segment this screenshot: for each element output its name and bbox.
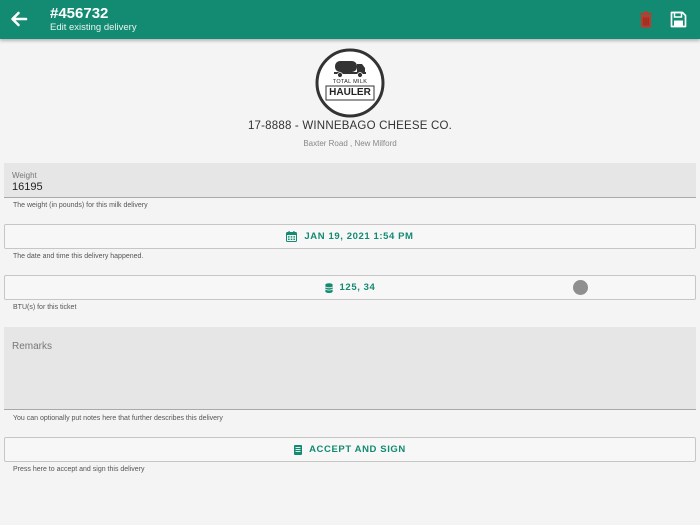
datetime-button[interactable]: JAN 19, 2021 1:54 PM bbox=[4, 224, 696, 249]
weight-input[interactable]: 16195 bbox=[12, 181, 43, 193]
logo-text-line1: TOTAL MILK bbox=[332, 79, 368, 85]
btu-help: BTU(s) for this ticket bbox=[13, 304, 77, 311]
datetime-help: The date and time this delivery happened… bbox=[13, 253, 144, 260]
page-subtitle: Edit existing delivery bbox=[50, 22, 137, 33]
weight-help: The weight (in pounds) for this milk del… bbox=[13, 202, 148, 209]
document-icon bbox=[294, 444, 303, 455]
touch-indicator bbox=[573, 280, 588, 295]
remarks-placeholder: Remarks bbox=[12, 341, 53, 352]
delete-button[interactable] bbox=[638, 11, 654, 28]
accept-help: Press here to accept and sign this deliv… bbox=[13, 466, 145, 473]
weight-label: Weight bbox=[12, 171, 37, 180]
page-title: #456732 bbox=[50, 5, 109, 22]
weight-field[interactable]: Weight 16195 bbox=[4, 163, 696, 198]
logo-text-line2: HAULER bbox=[329, 87, 371, 98]
remarks-field[interactable]: Remarks bbox=[4, 327, 696, 410]
accept-and-sign-label: ACCEPT AND SIGN bbox=[309, 444, 406, 455]
app-bar: #456732 Edit existing delivery bbox=[0, 0, 700, 39]
btu-button[interactable]: 125, 34 bbox=[4, 275, 696, 300]
supplier-name: 17-8888 - WINNEBAGO CHEESE CO. bbox=[247, 120, 453, 132]
header-titles: #456732 Edit existing delivery bbox=[50, 5, 137, 34]
calendar-icon bbox=[286, 231, 298, 242]
remarks-help: You can optionally put notes here that f… bbox=[13, 415, 223, 422]
back-button[interactable] bbox=[8, 8, 30, 30]
floppy-disk-icon bbox=[670, 11, 687, 28]
trash-icon bbox=[640, 11, 652, 28]
btu-value: 125, 34 bbox=[339, 282, 376, 293]
save-button[interactable] bbox=[670, 11, 687, 28]
accept-and-sign-button[interactable]: ACCEPT AND SIGN bbox=[4, 437, 696, 462]
datetime-value: JAN 19, 2021 1:54 PM bbox=[304, 231, 414, 242]
supplier-address: Baxter Road , New Milford bbox=[303, 139, 397, 148]
database-icon bbox=[324, 282, 333, 293]
arrow-left-icon bbox=[11, 11, 28, 27]
